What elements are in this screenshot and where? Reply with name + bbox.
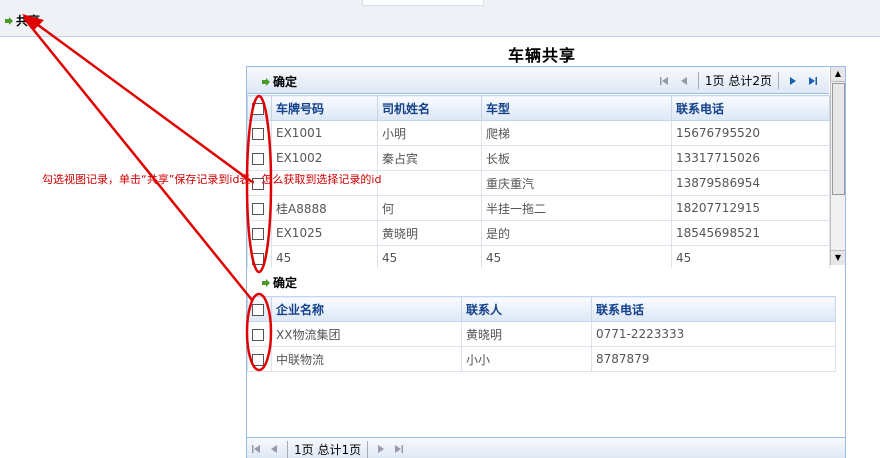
share-label: 共享 bbox=[16, 14, 41, 28]
table-cell: 45 bbox=[377, 245, 482, 271]
arrow-right-icon bbox=[262, 278, 270, 287]
table-cell: 45 bbox=[271, 245, 378, 271]
arrow-right-icon bbox=[262, 77, 270, 86]
row-checkbox[interactable] bbox=[252, 127, 264, 140]
table-cell: 15676795520 bbox=[671, 120, 830, 146]
select-all-checkbox[interactable] bbox=[252, 102, 264, 115]
scroll-down-icon[interactable]: ▼ bbox=[831, 250, 845, 265]
table-cell: 重庆重汽 bbox=[481, 170, 672, 196]
table-row[interactable]: XX物流集团 黄晓明 0771-2223333 bbox=[247, 321, 836, 347]
page-title: 车辆共享 bbox=[508, 46, 577, 65]
column-header[interactable]: 联系电话 bbox=[671, 95, 830, 121]
table-row[interactable]: EX1001 小明 爬梯 15676795520 bbox=[247, 120, 830, 146]
prev-page-icon[interactable] bbox=[269, 443, 279, 457]
annotation-text: 勾选视图记录，单击“共享”保存记录到id表，怎么获取到选择记录的id bbox=[42, 173, 382, 186]
table-cell: 18545698521 bbox=[671, 220, 830, 246]
table-cell: 13879586954 bbox=[671, 170, 830, 196]
share-button[interactable]: 共享 bbox=[4, 12, 40, 29]
table-cell: 13317715026 bbox=[671, 145, 830, 171]
vehicle-header-row: 车牌号码 司机姓名 车型 联系电话 bbox=[247, 95, 830, 121]
prev-page-icon[interactable] bbox=[678, 74, 690, 88]
table-cell bbox=[377, 170, 482, 196]
table-row[interactable]: 桂A8888 何 半挂一拖二 18207712915 bbox=[247, 195, 830, 221]
last-page-icon[interactable] bbox=[394, 443, 404, 457]
row-checkbox[interactable] bbox=[252, 252, 264, 265]
company-pager-text: 1页 总计1页 bbox=[287, 441, 369, 458]
table-cell: 中联物流 bbox=[271, 346, 462, 372]
column-header[interactable]: 联系人 bbox=[461, 296, 592, 322]
vehicle-toolbar: 确定 1页 总计2页 bbox=[247, 67, 829, 94]
column-header[interactable]: 车牌号码 bbox=[271, 95, 378, 121]
table-cell: 黄晓明 bbox=[377, 220, 482, 246]
table-cell: 桂A8888 bbox=[271, 195, 378, 221]
top-toolbar: 共享 bbox=[0, 0, 880, 37]
table-cell: 小小 bbox=[461, 346, 592, 372]
table-cell: 秦占宾 bbox=[377, 145, 482, 171]
next-page-icon[interactable] bbox=[376, 443, 386, 457]
table-row[interactable]: 中联物流 小小 8787879 bbox=[247, 346, 836, 372]
table-cell: 是的 bbox=[481, 220, 672, 246]
vehicle-pager-text: 1页 总计2页 bbox=[697, 72, 779, 89]
select-all-checkbox[interactable] bbox=[252, 303, 264, 316]
annotation-arrow bbox=[23, 17, 253, 301]
table-cell: 小明 bbox=[377, 120, 482, 146]
table-cell: 半挂一拖二 bbox=[481, 195, 672, 221]
row-select[interactable] bbox=[247, 245, 272, 271]
arrow-right-icon bbox=[5, 16, 13, 25]
table-cell: 8787879 bbox=[591, 346, 836, 372]
row-checkbox[interactable] bbox=[252, 152, 264, 165]
vehicle-confirm-button[interactable]: 确定 bbox=[261, 73, 297, 90]
select-all-header[interactable] bbox=[247, 296, 272, 322]
column-header[interactable]: 司机姓名 bbox=[377, 95, 482, 121]
table-cell: EX1002 bbox=[271, 145, 378, 171]
row-select[interactable] bbox=[247, 220, 272, 246]
first-page-icon[interactable] bbox=[251, 443, 261, 457]
column-header[interactable]: 企业名称 bbox=[271, 296, 462, 322]
company-pager: 1页 总计1页 bbox=[247, 437, 845, 458]
table-row[interactable]: EX1002 秦占宾 长板 13317715026 bbox=[247, 145, 830, 171]
select-all-header[interactable] bbox=[247, 95, 272, 121]
share-panel: 确定 1页 总计2页 车牌号码 司机姓名 车型 联系电话 EX1001 小明 爬… bbox=[246, 66, 846, 458]
row-checkbox[interactable] bbox=[252, 227, 264, 240]
table-cell: 爬梯 bbox=[481, 120, 672, 146]
next-page-icon[interactable] bbox=[787, 74, 799, 88]
table-cell: 18207712915 bbox=[671, 195, 830, 221]
table-cell: EX1001 bbox=[271, 120, 378, 146]
vehicle-confirm-label: 确定 bbox=[273, 75, 298, 89]
vehicle-pager: 1页 总计2页 bbox=[658, 72, 819, 89]
company-grid: 企业名称 联系人 联系电话 XX物流集团 黄晓明 0771-2223333 中联… bbox=[247, 296, 836, 372]
row-select[interactable] bbox=[247, 120, 272, 146]
table-row[interactable]: 45 45 45 45 bbox=[247, 245, 830, 271]
tab-strip bbox=[362, 0, 484, 6]
row-select[interactable] bbox=[247, 346, 272, 372]
table-cell: 45 bbox=[671, 245, 830, 271]
company-toolbar: 确定 bbox=[247, 268, 845, 294]
row-checkbox[interactable] bbox=[252, 202, 264, 215]
scrollbar-thumb[interactable] bbox=[832, 83, 845, 195]
vehicle-scrollbar[interactable]: ▲ ▼ bbox=[830, 67, 845, 265]
row-select[interactable] bbox=[247, 145, 272, 171]
table-cell: 黄晓明 bbox=[461, 321, 592, 347]
row-select[interactable] bbox=[247, 321, 272, 347]
annotation-arrow bbox=[33, 20, 253, 184]
last-page-icon[interactable] bbox=[807, 74, 819, 88]
table-cell: 长板 bbox=[481, 145, 672, 171]
table-row[interactable]: EX1025 黄晓明 是的 18545698521 bbox=[247, 220, 830, 246]
company-confirm-label: 确定 bbox=[273, 276, 298, 290]
row-checkbox[interactable] bbox=[252, 328, 264, 341]
table-cell: 45 bbox=[481, 245, 672, 271]
company-confirm-button[interactable]: 确定 bbox=[261, 274, 297, 291]
table-cell: XX物流集团 bbox=[271, 321, 462, 347]
table-cell: 0771-2223333 bbox=[591, 321, 836, 347]
table-cell: EX1025 bbox=[271, 220, 378, 246]
row-select[interactable] bbox=[247, 195, 272, 221]
scroll-up-icon[interactable]: ▲ bbox=[831, 67, 845, 82]
column-header[interactable]: 联系电话 bbox=[591, 296, 836, 322]
table-cell: 何 bbox=[377, 195, 482, 221]
company-header-row: 企业名称 联系人 联系电话 bbox=[247, 296, 836, 322]
column-header[interactable]: 车型 bbox=[481, 95, 672, 121]
first-page-icon[interactable] bbox=[658, 74, 670, 88]
row-checkbox[interactable] bbox=[252, 353, 264, 366]
